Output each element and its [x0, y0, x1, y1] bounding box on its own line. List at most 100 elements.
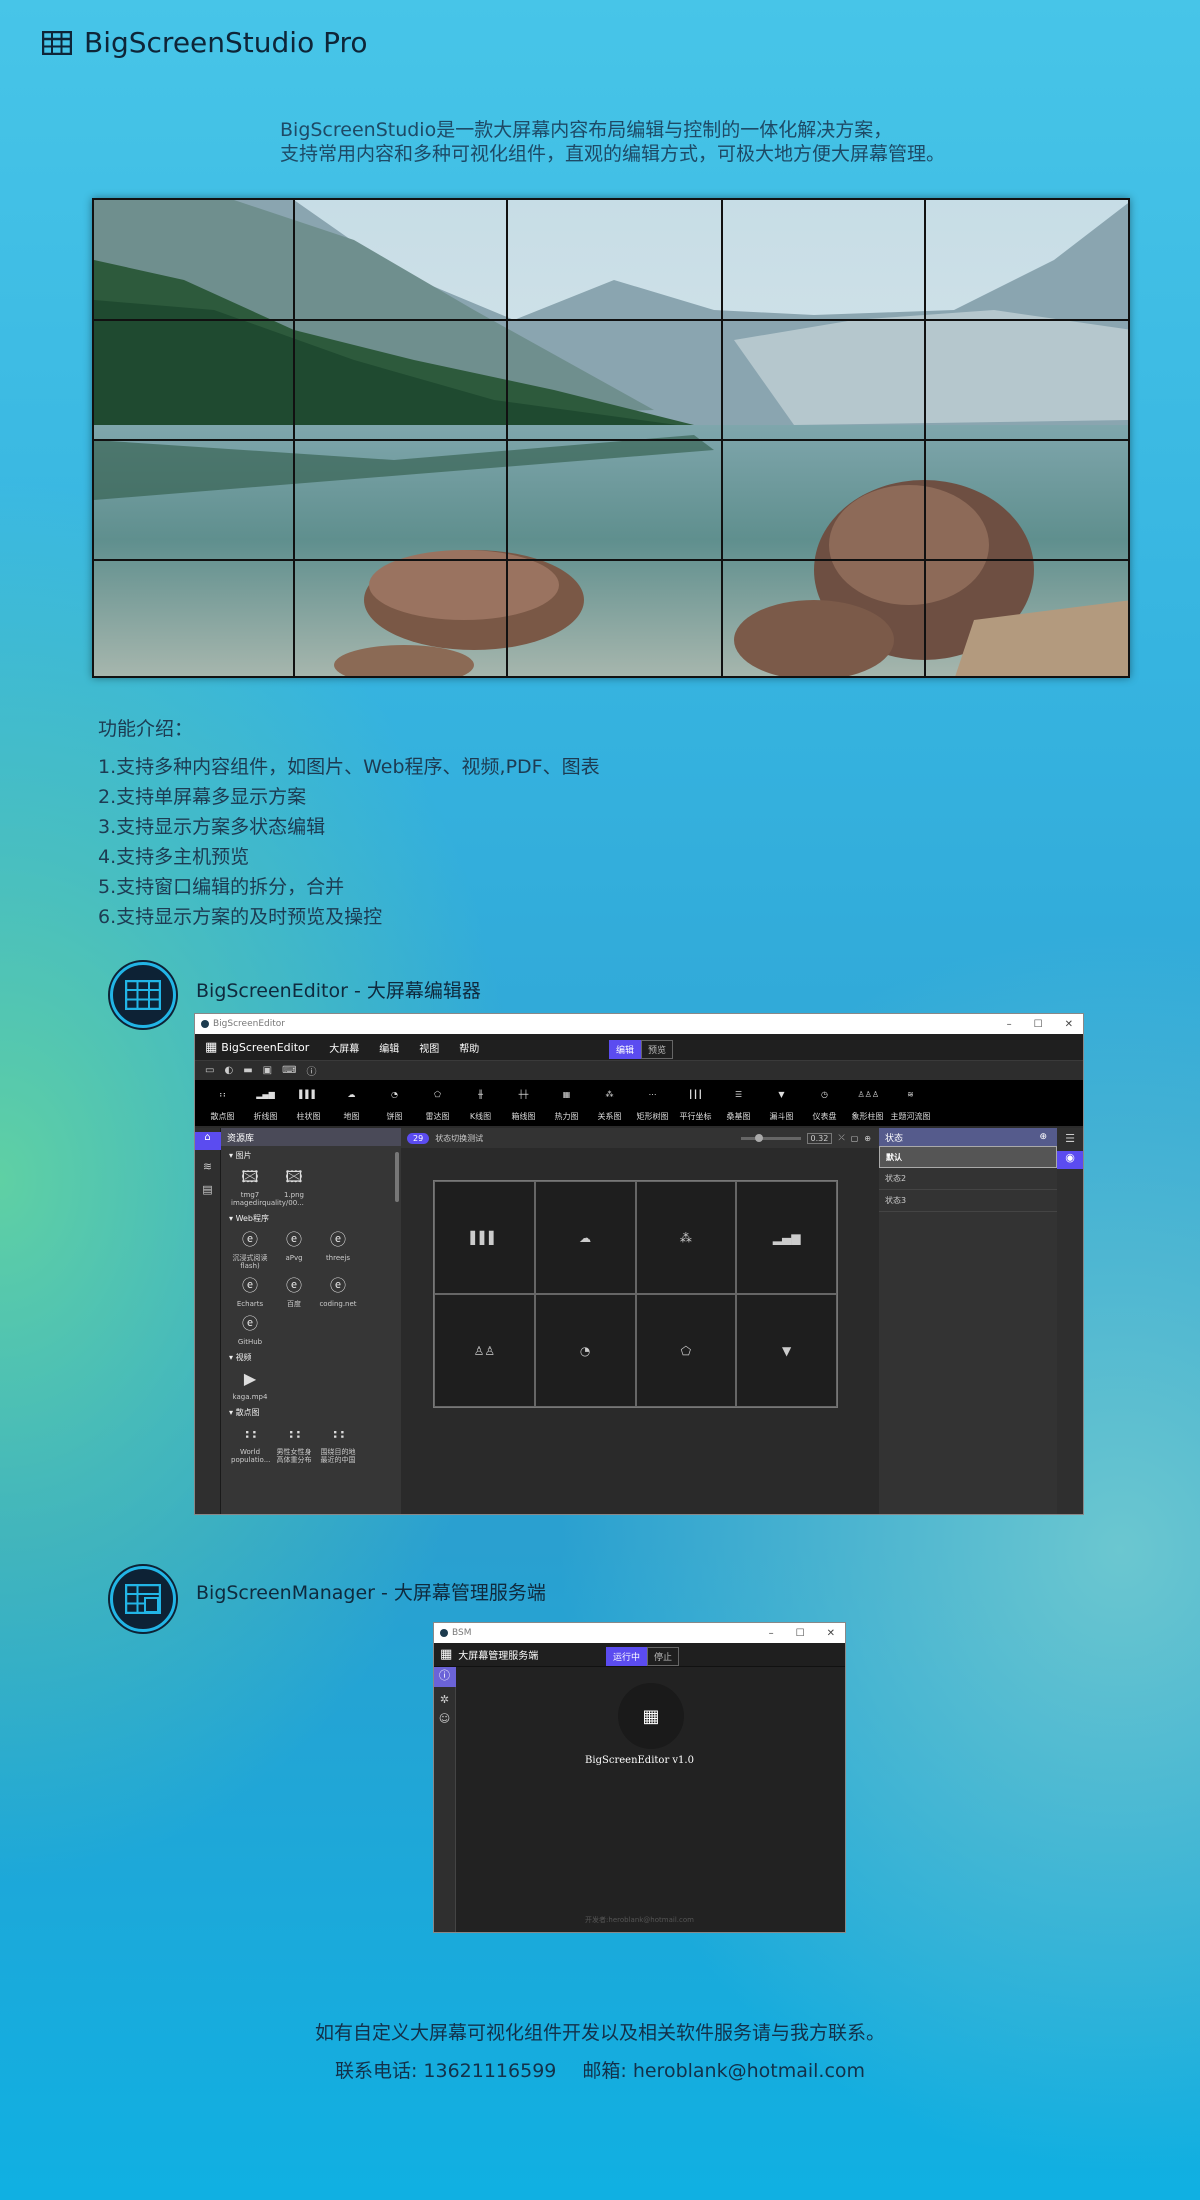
maximize-button[interactable]: ☐: [1034, 1019, 1043, 1030]
screen-cell[interactable]: ▼: [736, 1294, 837, 1407]
screen-cell[interactable]: ◔: [534, 1294, 636, 1407]
screen-cell[interactable]: ▌▌▌: [434, 1181, 535, 1294]
resource-item[interactable]: 🖾 tmg7 imagedirquality/00...: [231, 1167, 304, 1207]
app-header: BigScreenStudio Pro: [42, 26, 368, 59]
state-item[interactable]: 默认: [879, 1146, 1057, 1168]
menu-edit[interactable]: 编辑: [379, 1040, 399, 1055]
video-wall-image: [92, 198, 1130, 678]
manager-app-label: 大屏幕管理服务端: [458, 1651, 539, 1662]
resource-item[interactable]: ⠰⠆ World populatio...: [231, 1424, 270, 1464]
run-button[interactable]: 运行中: [606, 1647, 648, 1666]
manager-window: BSM – ☐ ✕ ▦ 大屏幕管理服务端 运行中 停止 ⓘ ✲ ☺ ▦ BigS…: [433, 1622, 846, 1933]
resource-item[interactable]: ⠰⠆ 围绕目的地最近的中国: [319, 1424, 357, 1464]
component-sankey[interactable]: ☰ 桑基图: [717, 1090, 760, 1122]
screens-icon[interactable]: ▤: [202, 1183, 212, 1196]
screen-cell[interactable]: ♙♙: [434, 1294, 535, 1407]
left-toolbar: ⌂ ≋ ▤: [195, 1128, 221, 1514]
user-icon[interactable]: ☺: [439, 1712, 450, 1725]
close-button[interactable]: ✕: [1065, 1019, 1073, 1030]
resource-item[interactable]: ⓔ GitHub: [231, 1314, 269, 1346]
state-item[interactable]: 状态2: [879, 1168, 1057, 1190]
component-funnel[interactable]: ▼ 漏斗图: [760, 1090, 803, 1122]
zoom-slider[interactable]: [740, 1133, 801, 1142]
add-state-icon[interactable]: ⊕: [864, 1134, 879, 1143]
component-heatmap[interactable]: ▦ 热力图: [545, 1090, 588, 1122]
theme-icon[interactable]: ◐: [224, 1065, 233, 1076]
component-graph[interactable]: ⁂ 关系图: [588, 1090, 631, 1122]
new-icon[interactable]: ▭: [205, 1065, 214, 1076]
group-video[interactable]: ▾ 视频: [221, 1348, 401, 1367]
resource-item[interactable]: ⓔ coding.net: [319, 1276, 357, 1308]
mode-preview-button[interactable]: 预览: [641, 1040, 674, 1059]
resource-item[interactable]: ⠰⠆ 男性女性身高体重分布: [275, 1424, 313, 1464]
resource-library-tab[interactable]: ⌂: [195, 1132, 221, 1150]
screen-cell[interactable]: ☁: [534, 1181, 636, 1294]
component-bar[interactable]: ▌▌▌ 柱状图: [287, 1090, 330, 1122]
component-pie[interactable]: ◔ 饼图: [373, 1090, 416, 1122]
resource-item[interactable]: ⓔ 百度: [275, 1276, 313, 1308]
close-button[interactable]: ✕: [827, 1628, 835, 1639]
resource-scrollbar[interactable]: [395, 1152, 399, 1202]
feature-item: 5.支持窗口编辑的拆分，合并: [98, 876, 345, 898]
properties-icon[interactable]: ◉: [1057, 1151, 1083, 1169]
component-pictorial-bar[interactable]: ♙♙♙ 象形柱图: [846, 1090, 889, 1122]
component-map[interactable]: ☁ 地图: [330, 1090, 373, 1122]
add-icon[interactable]: ⊕: [1039, 1132, 1057, 1142]
group-scatter[interactable]: ▾ 散点图: [221, 1403, 401, 1422]
component-theme-river[interactable]: ≋ 主题河流图: [889, 1090, 932, 1122]
menu-help[interactable]: 帮助: [459, 1040, 479, 1055]
resource-item[interactable]: ⓔ threejs: [319, 1230, 357, 1270]
zoom-value[interactable]: 0.32: [806, 1132, 833, 1144]
layers-icon[interactable]: ≋: [203, 1160, 212, 1173]
state-item[interactable]: 状态3: [879, 1190, 1057, 1212]
resource-item[interactable]: ▶ kaga.mp4: [231, 1369, 269, 1401]
grid-icon: ▦: [205, 1039, 218, 1055]
canvas-header: 29 状态切换测试 0.32 ⤫ ▢ ⊕: [401, 1128, 879, 1148]
contact-email[interactable]: 邮箱: heroblank@hotmail.com: [582, 2060, 865, 2082]
group-images[interactable]: ▾ 图片: [221, 1146, 401, 1165]
mode-edit-button[interactable]: 编辑: [609, 1040, 642, 1059]
state-panel-header: 状态 ⊕: [879, 1128, 1057, 1146]
manager-titlebar: BSM – ☐ ✕: [434, 1623, 845, 1643]
list-icon[interactable]: ☰: [1065, 1132, 1075, 1145]
info-tab[interactable]: ⓘ: [434, 1667, 456, 1687]
folder-open-icon[interactable]: ▬: [243, 1065, 252, 1076]
scatter-chart-icon: ⠰⠆: [283, 1424, 307, 1443]
minimize-button[interactable]: –: [769, 1628, 774, 1639]
resource-item[interactable]: ⓔ aPvg: [275, 1230, 313, 1270]
split-icon[interactable]: ⤫: [838, 1133, 844, 1143]
manager-window-title: BSM: [452, 1628, 472, 1638]
features-title: 功能介绍：: [98, 718, 194, 740]
video-items: ▶ kaga.mp4: [221, 1367, 401, 1403]
resource-item[interactable]: ⓔ Echarts: [231, 1276, 269, 1308]
editor-registered-icon[interactable]: ▦: [618, 1683, 684, 1749]
screen-cell[interactable]: ⬠: [635, 1294, 737, 1407]
stop-button[interactable]: 停止: [647, 1647, 680, 1666]
group-web[interactable]: ▾ Web程序: [221, 1209, 401, 1228]
minimize-button[interactable]: –: [1007, 1019, 1012, 1030]
resource-item[interactable]: 🖾 1.png: [275, 1167, 313, 1207]
fit-icon[interactable]: ▢: [851, 1134, 859, 1143]
component-scatter[interactable]: ⠰⠆ 散点图: [201, 1090, 244, 1122]
screen-cell[interactable]: ⁂: [635, 1181, 737, 1294]
keyboard-icon[interactable]: ⌨: [282, 1065, 296, 1076]
component-line[interactable]: ▂▄▆ 折线图: [244, 1090, 287, 1122]
save-icon[interactable]: ▣: [263, 1065, 272, 1076]
browser-icon: ⓔ: [329, 1230, 346, 1249]
component-boxplot[interactable]: ┼┼ 箱线图: [502, 1090, 545, 1122]
component-kline[interactable]: ╫ K线图: [459, 1090, 502, 1122]
resource-item[interactable]: ⓔ 沉浸式阅读 flash): [231, 1230, 269, 1270]
component-radar[interactable]: ⬠ 雷达图: [416, 1090, 459, 1122]
component-treemap[interactable]: ⋯ 矩形树图: [631, 1090, 674, 1122]
screen-cell[interactable]: ▂▄▆: [736, 1181, 837, 1294]
component-gauge[interactable]: ◷ 仪表盘: [803, 1090, 846, 1122]
resource-panel: 资源库 ▾ 图片 🖾 tmg7 imagedirquality/00... 🖾 1.…: [221, 1128, 401, 1514]
component-parallel[interactable]: ┃┃┃ 平行坐标: [674, 1090, 717, 1122]
editor-body: ⌂ ≋ ▤ 资源库 ▾ 图片 🖾 tmg7 imagedirquality/00.…: [195, 1128, 1083, 1514]
menu-view[interactable]: 视图: [419, 1040, 439, 1055]
menu-bigscreen[interactable]: 大屏幕: [329, 1040, 359, 1055]
info-icon[interactable]: ⓘ: [307, 1063, 317, 1078]
maximize-button[interactable]: ☐: [796, 1628, 805, 1639]
plugin-icon[interactable]: ✲: [440, 1693, 449, 1706]
theme-river-icon: ≋: [907, 1090, 914, 1099]
